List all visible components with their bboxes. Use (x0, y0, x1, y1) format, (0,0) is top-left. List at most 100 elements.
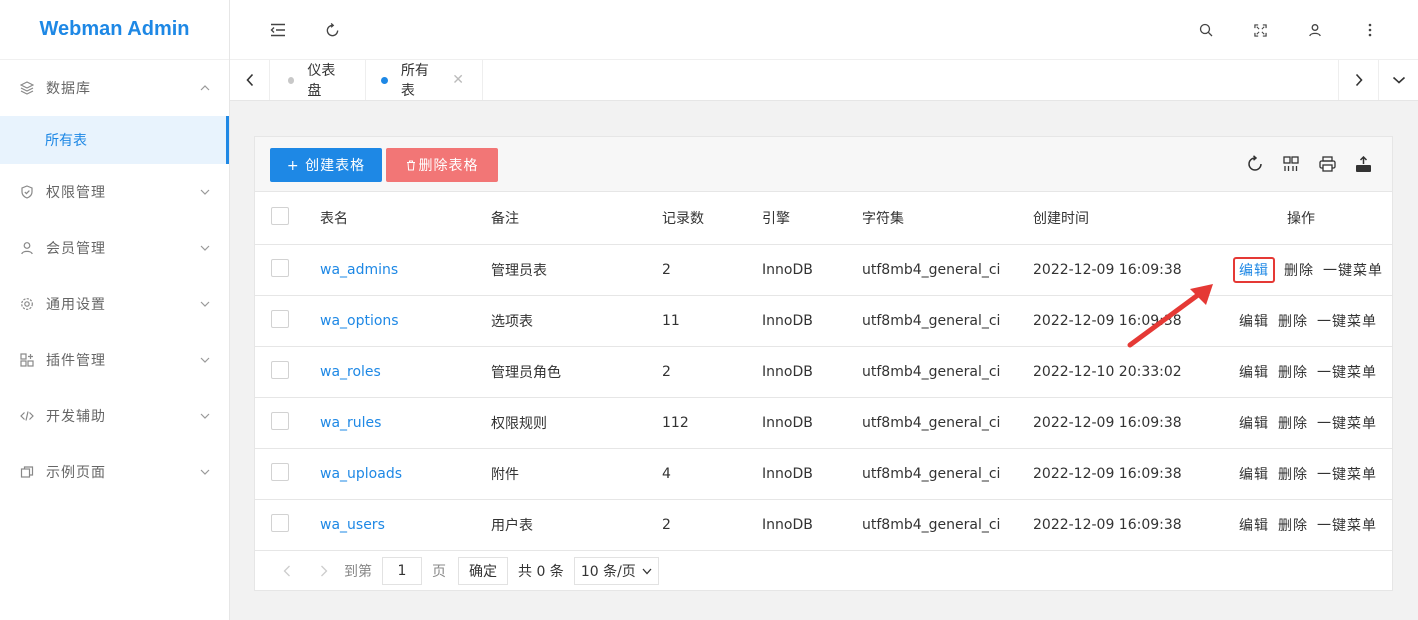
table-name-link[interactable]: wa_options (320, 313, 399, 329)
tab-scroll-left-button[interactable] (230, 60, 270, 100)
fullscreen-icon[interactable] (1248, 18, 1272, 42)
sidebar-item-label: 权限管理 (46, 185, 106, 201)
sidebar-item-dev-tools[interactable]: 开发辅助 (0, 388, 229, 444)
delete-button[interactable]: 删除 (1284, 260, 1314, 280)
one-click-menu-button[interactable]: 一键菜单 (1317, 362, 1377, 382)
print-icon[interactable] (1316, 153, 1338, 175)
row-checkbox[interactable] (271, 513, 289, 532)
column-header[interactable]: 引擎 (752, 192, 852, 245)
table-row: wa_options 选项表 11 InnoDB utf8mb4_general_ci 2… (255, 295, 1392, 347)
edit-button[interactable]: 编辑 (1239, 311, 1269, 331)
engine-cell: InnoDB (752, 295, 852, 347)
tab-all-tables[interactable]: 所有表 ✕ (366, 60, 483, 100)
delete-button[interactable]: 删除 (1278, 311, 1308, 331)
prev-page-button[interactable] (273, 565, 301, 577)
delete-table-button[interactable]: 删除表格 (386, 148, 498, 182)
one-click-menu-button[interactable]: 一键菜单 (1323, 260, 1383, 280)
charset-cell: utf8mb4_general_ci (852, 346, 1023, 398)
refresh-icon[interactable] (320, 18, 344, 42)
column-header[interactable]: 字符集 (852, 192, 1023, 245)
one-click-menu-button[interactable]: 一键菜单 (1317, 311, 1377, 331)
column-header[interactable]: 记录数 (652, 192, 752, 245)
menu-collapse-icon[interactable] (266, 18, 290, 42)
row-checkbox[interactable] (271, 360, 289, 379)
sidebar-subitem-all-tables[interactable]: 所有表 (0, 116, 229, 164)
charset-cell: utf8mb4_general_ci (852, 295, 1023, 347)
sidebar-item-examples[interactable]: 示例页面 (0, 444, 229, 500)
next-page-button[interactable] (310, 565, 338, 577)
row-checkbox[interactable] (271, 411, 289, 430)
table-name-link[interactable]: wa_uploads (320, 466, 402, 482)
sidebar-item-members[interactable]: 会员管理 (0, 220, 229, 276)
delete-button[interactable]: 删除 (1278, 515, 1308, 535)
column-header[interactable]: 创建时间 (1023, 192, 1207, 245)
comment-cell: 选项表 (481, 295, 652, 347)
row-checkbox[interactable] (271, 258, 289, 277)
column-header[interactable]: 表名 (310, 192, 481, 245)
create-table-button[interactable]: + 创建表格 (270, 148, 382, 182)
per-page-value: 10 条/页 (580, 564, 636, 580)
one-click-menu-button[interactable]: 一键菜单 (1317, 464, 1377, 484)
chevron-down-icon (199, 298, 211, 310)
tab-bar: 仪表盘 所有表 ✕ (230, 60, 1418, 101)
edit-button[interactable]: 编辑 (1239, 362, 1269, 382)
pagination: 到第 1 页 确定 共 0 条 10 条/页 (255, 551, 1392, 591)
delete-button[interactable]: 删除 (1278, 464, 1308, 484)
table-name-link[interactable]: wa_admins (320, 262, 398, 278)
row-checkbox[interactable] (271, 462, 289, 481)
sidebar-item-settings[interactable]: 通用设置 (0, 276, 229, 332)
per-page-select[interactable]: 10 条/页 (573, 557, 659, 585)
total-count: 共 0 条 (518, 564, 564, 580)
table-name-link[interactable]: wa_rules (320, 415, 381, 431)
row-checkbox[interactable] (271, 309, 289, 328)
more-vertical-icon[interactable] (1358, 18, 1382, 42)
created-time-cell: 2022-12-09 16:09:38 (1023, 499, 1207, 551)
columns-icon[interactable] (1280, 153, 1302, 175)
search-icon[interactable] (1194, 18, 1218, 42)
one-click-menu-button[interactable]: 一键菜单 (1317, 413, 1377, 433)
sidebar-item-label: 通用设置 (46, 297, 106, 313)
app-logo[interactable]: Webman Admin (0, 0, 229, 60)
sidebar-item-label: 插件管理 (46, 353, 106, 369)
table-row: wa_users 用户表 2 InnoDB utf8mb4_general_ci 2022… (255, 499, 1392, 551)
table-name-cell: wa_users (310, 499, 481, 551)
delete-button[interactable]: 删除 (1278, 362, 1308, 382)
tab-scroll-right-button[interactable] (1338, 60, 1378, 100)
engine-cell: InnoDB (752, 346, 852, 398)
table-name-cell: wa_admins (310, 244, 481, 296)
comment-cell: 用户表 (481, 499, 652, 551)
sidebar-item-permissions[interactable]: 权限管理 (0, 164, 229, 220)
page-number-input[interactable]: 1 (382, 557, 422, 585)
sidebar: Webman Admin 数据库 所有表 权限管理 会员管理 通用设置 插件管理… (0, 0, 230, 620)
engine-cell: InnoDB (752, 397, 852, 449)
delete-table-label: 删除表格 (418, 158, 479, 174)
confirm-page-button[interactable]: 确定 (458, 557, 508, 585)
tab-status-dot (288, 76, 295, 84)
sidebar-item-database[interactable]: 数据库 (0, 60, 229, 116)
edit-button[interactable]: 编辑 (1239, 515, 1269, 535)
refresh-icon[interactable] (1244, 153, 1266, 175)
comment-cell: 权限规则 (481, 397, 652, 449)
edit-button[interactable]: 编辑 (1233, 256, 1275, 283)
sidebar-item-plugins[interactable]: 插件管理 (0, 332, 229, 388)
one-click-menu-button[interactable]: 一键菜单 (1317, 515, 1377, 535)
table-name-link[interactable]: wa_roles (320, 364, 381, 380)
select-all-checkbox[interactable] (271, 206, 289, 225)
table-name-link[interactable]: wa_users (320, 517, 385, 533)
export-icon[interactable] (1352, 153, 1374, 175)
user-icon[interactable] (1303, 18, 1327, 42)
comment-cell: 管理员表 (481, 244, 652, 296)
column-header[interactable]: 备注 (481, 192, 652, 245)
table-name-cell: wa_roles (310, 346, 481, 398)
edit-button[interactable]: 编辑 (1239, 413, 1269, 433)
edit-button[interactable]: 编辑 (1239, 464, 1269, 484)
tab-menu-dropdown-button[interactable] (1378, 60, 1418, 100)
created-time-cell: 2022-12-09 16:09:38 (1023, 244, 1207, 296)
comment-cell: 附件 (481, 448, 652, 500)
delete-button[interactable]: 删除 (1278, 413, 1308, 433)
chevron-down-icon (199, 410, 211, 422)
chevron-down-icon (199, 242, 211, 254)
tab-dashboard[interactable]: 仪表盘 (270, 60, 366, 100)
close-icon[interactable]: ✕ (452, 72, 464, 88)
gear-icon (20, 297, 34, 311)
